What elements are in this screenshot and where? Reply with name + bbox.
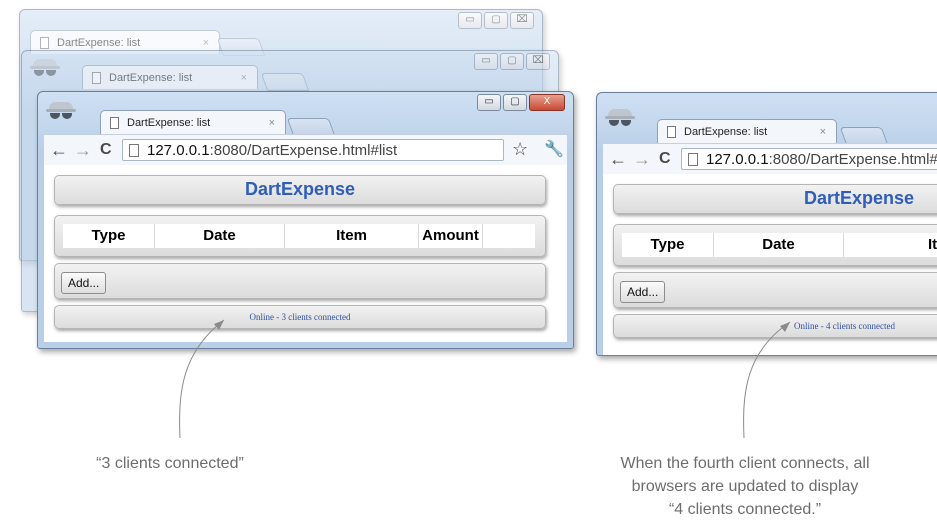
annotation-right-line-3: “4 clients connected.” bbox=[668, 501, 822, 518]
annotation-right: When the fourth client connects, all bro… bbox=[560, 452, 930, 521]
callout-arrow-left bbox=[179, 319, 225, 439]
callout-arrow-right bbox=[743, 321, 791, 439]
callout-lines bbox=[179, 319, 791, 439]
annotation-left: “3 clients connected” bbox=[96, 455, 244, 472]
arrowhead-left bbox=[214, 320, 224, 330]
annotation-right-line-2: browsers are updated to display bbox=[631, 478, 859, 495]
arrowhead-right bbox=[780, 322, 790, 332]
annotation-right-line-1: When the fourth client connects, all bbox=[620, 455, 870, 472]
